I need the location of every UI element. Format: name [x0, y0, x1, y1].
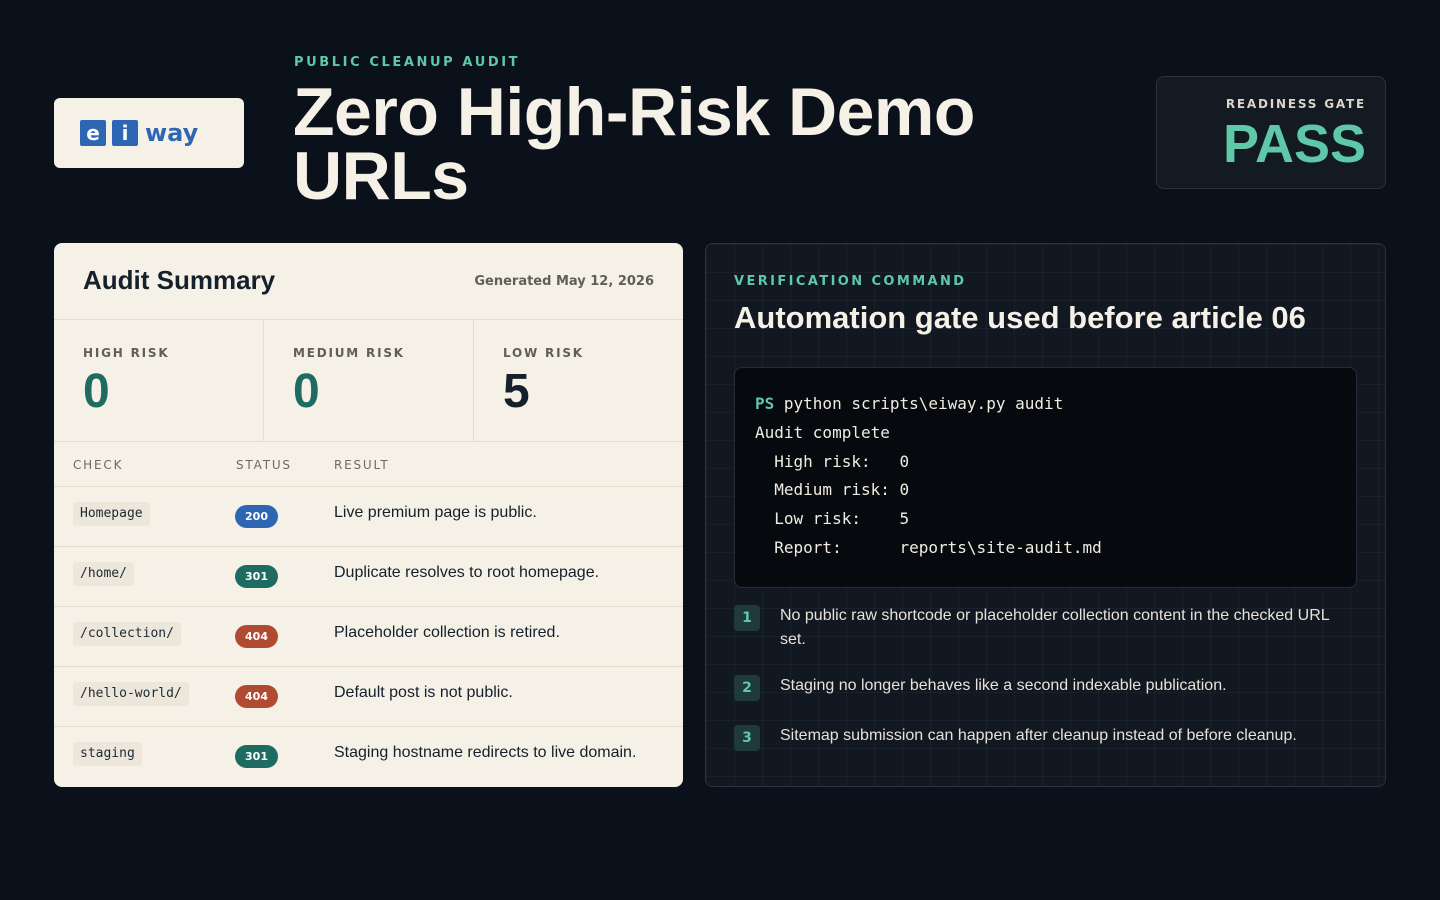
step-item: 3 Sitemap submission can happen after cl…: [734, 724, 1344, 774]
table-row: Homepage 200 Live premium page is public…: [54, 487, 683, 547]
verification-title: Automation gate used before article 06: [734, 300, 1306, 335]
check-path: /hello-world/: [73, 682, 189, 706]
terminal-line: Low risk: 5: [755, 509, 910, 529]
result-text: Default post is not public.: [334, 684, 513, 701]
step-text: Sitemap submission can happen after clea…: [780, 727, 1297, 744]
audit-summary-title: Audit Summary: [83, 265, 276, 295]
step-item: 1 No public raw shortcode or placeholder…: [734, 604, 1344, 674]
step-text: No public raw shortcode or placeholder c…: [780, 607, 1330, 648]
metric-label: HIGH RISK: [83, 346, 170, 360]
page-eyebrow: PUBLIC CLEANUP AUDIT: [294, 55, 521, 70]
result-text: Duplicate resolves to root homepage.: [334, 564, 600, 581]
readiness-gate-value: PASS: [1222, 114, 1366, 174]
table-row: /hello-world/ 404 Default post is not pu…: [54, 667, 683, 727]
status-badge: 301: [235, 745, 278, 768]
terminal-line: High risk: 0: [755, 451, 910, 471]
check-path: /home/: [73, 562, 134, 586]
terminal-prompt: PS: [755, 394, 775, 413]
audit-summary-card: Audit Summary Generated May 12, 2026 HIG…: [54, 243, 683, 787]
generated-date: Generated May 12, 2026: [474, 274, 654, 289]
column-header-status: STATUS: [236, 458, 292, 472]
column-header-check: CHECK: [73, 458, 124, 472]
result-text: Placeholder collection is retired.: [334, 624, 560, 641]
result-text: Live premium page is public.: [334, 504, 537, 521]
risk-metrics: HIGH RISK 0 MEDIUM RISK 0 LOW RISK 5: [54, 320, 683, 442]
status-badge: 301: [235, 565, 278, 588]
column-header-result: RESULT: [334, 458, 390, 472]
status-badge: 200: [235, 505, 278, 528]
terminal-line: Medium risk: 0: [755, 480, 910, 500]
terminal-line: Report: reports\site-audit.md: [755, 537, 1102, 557]
table-row: /collection/ 404 Placeholder collection …: [54, 607, 683, 667]
terminal-output: PS python scripts\eiway.py audit Audit c…: [734, 367, 1357, 588]
logo-letter-i: i: [112, 120, 138, 146]
readiness-gate-label: READINESS GATE: [1225, 97, 1366, 111]
metric-medium-risk: MEDIUM RISK 0: [264, 320, 474, 441]
step-item: 2 Staging no longer behaves like a secon…: [734, 674, 1344, 724]
readiness-gate-card: READINESS GATE PASS: [1156, 76, 1386, 189]
verification-panel: VERIFICATION COMMAND Automation gate use…: [705, 243, 1386, 787]
metric-value: 5: [503, 365, 530, 418]
status-badge: 404: [235, 625, 278, 648]
status-badge: 404: [235, 685, 278, 708]
table-row: /home/ 301 Duplicate resolves to root ho…: [54, 547, 683, 607]
check-path: Homepage: [73, 502, 150, 526]
step-text: Staging no longer behaves like a second …: [780, 677, 1227, 694]
eiway-logo: e i way: [54, 98, 244, 168]
metric-value: 0: [293, 365, 320, 418]
terminal-command: python scripts\eiway.py audit: [774, 394, 1064, 413]
verification-eyebrow: VERIFICATION COMMAND: [734, 274, 967, 289]
metric-label: MEDIUM RISK: [293, 346, 405, 360]
audit-summary-header: Audit Summary Generated May 12, 2026: [54, 243, 683, 320]
verification-steps: 1 No public raw shortcode or placeholder…: [734, 604, 1344, 774]
result-text: Staging hostname redirects to live domai…: [334, 744, 637, 761]
step-number: 1: [734, 605, 760, 631]
check-path: /collection/: [73, 622, 181, 646]
check-path: staging: [73, 742, 142, 766]
terminal-line: Audit complete: [755, 422, 890, 442]
metric-high-risk: HIGH RISK 0: [54, 320, 264, 441]
terminal-command-line: PS python scripts\eiway.py audit: [755, 390, 1356, 419]
logo-word: way: [145, 119, 199, 147]
step-number: 3: [734, 725, 760, 751]
table-header: CHECK STATUS RESULT: [54, 442, 683, 487]
page-title: Zero High-Risk Demo URLs: [293, 74, 975, 214]
logo-letter-e: e: [80, 120, 106, 146]
step-number: 2: [734, 675, 760, 701]
metric-label: LOW RISK: [503, 346, 584, 360]
metric-value: 0: [83, 365, 110, 418]
table-row: staging 301 Staging hostname redirects t…: [54, 727, 683, 787]
metric-low-risk: LOW RISK 5: [474, 320, 683, 441]
